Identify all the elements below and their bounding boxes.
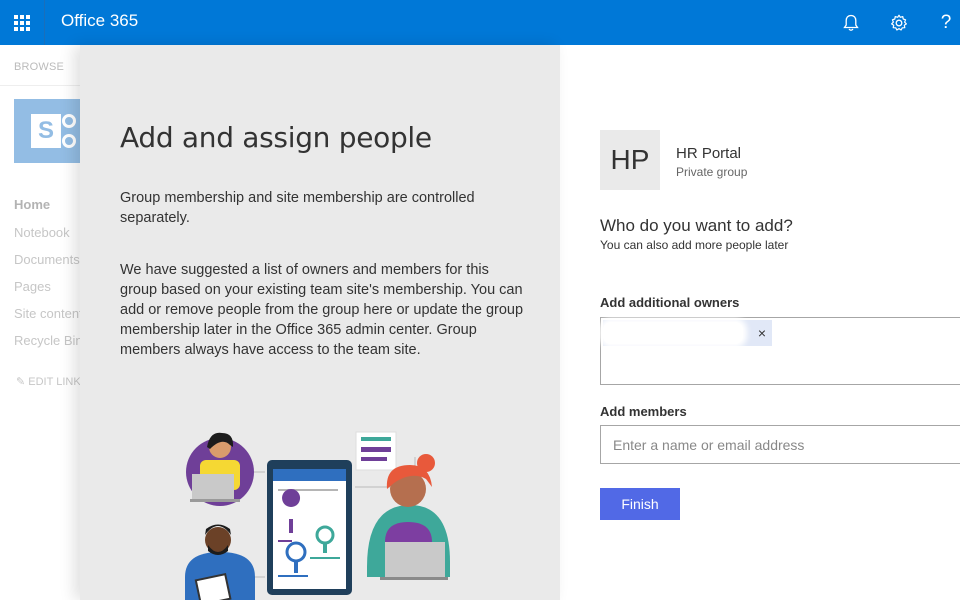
remove-owner-close-icon[interactable]: × [758,324,766,342]
quick-launch-item-site-contents: Site contents [14,306,80,321]
redacted-owner-name [603,322,743,344]
app-title[interactable]: Office 365 [61,0,138,45]
browse-tab: BROWSE [14,61,65,73]
members-input[interactable] [600,425,960,464]
quick-launch-item-home: Home [14,197,51,212]
help-icon: ? [940,11,952,33]
suite-bar: Office 365 ? [0,0,960,45]
group-name: HR Portal [676,145,742,162]
background-page: BROWSE S Home Notebook Documents Pages S… [0,45,80,600]
notifications-button[interactable] [831,0,871,45]
owners-label: Add additional owners [600,295,740,310]
panel-title: Add and assign people [120,121,432,154]
app-launcher-button[interactable] [0,0,45,45]
membership-note: Group membership and site membership are… [120,190,475,226]
gear-icon [891,14,907,31]
owner-chip[interactable]: × [603,320,772,346]
group-avatar: HP [600,130,660,190]
people-illustration [185,431,450,600]
owners-picker[interactable]: × [600,317,960,385]
divider [0,85,80,86]
help-button[interactable]: ? [926,0,960,45]
info-panel: Add and assign people Group membership a… [80,45,560,600]
edit-links: ✎ EDIT LINKS [16,376,80,388]
sharepoint-s-glyph: S [31,114,61,148]
quick-launch-item-recycle-bin: Recycle Bin [14,333,80,348]
suggestion-description: We have suggested a list of owners and m… [120,262,524,358]
quick-launch-item-documents: Documents [14,252,80,267]
quick-launch-item-pages: Pages [14,279,51,294]
app-launcher-icon [14,14,30,31]
quick-launch-item-notebook: Notebook [14,225,70,240]
settings-button[interactable] [879,0,919,45]
group-privacy: Private group [676,165,748,179]
finish-button[interactable]: Finish [600,488,680,520]
bell-icon [843,14,859,31]
form-heading: Who do you want to add? [600,216,793,235]
form-subheading: You can also add more people later [600,238,789,252]
sharepoint-logo-icon: S [14,99,80,163]
members-label: Add members [600,404,687,419]
pencil-icon: ✎ [16,376,26,388]
